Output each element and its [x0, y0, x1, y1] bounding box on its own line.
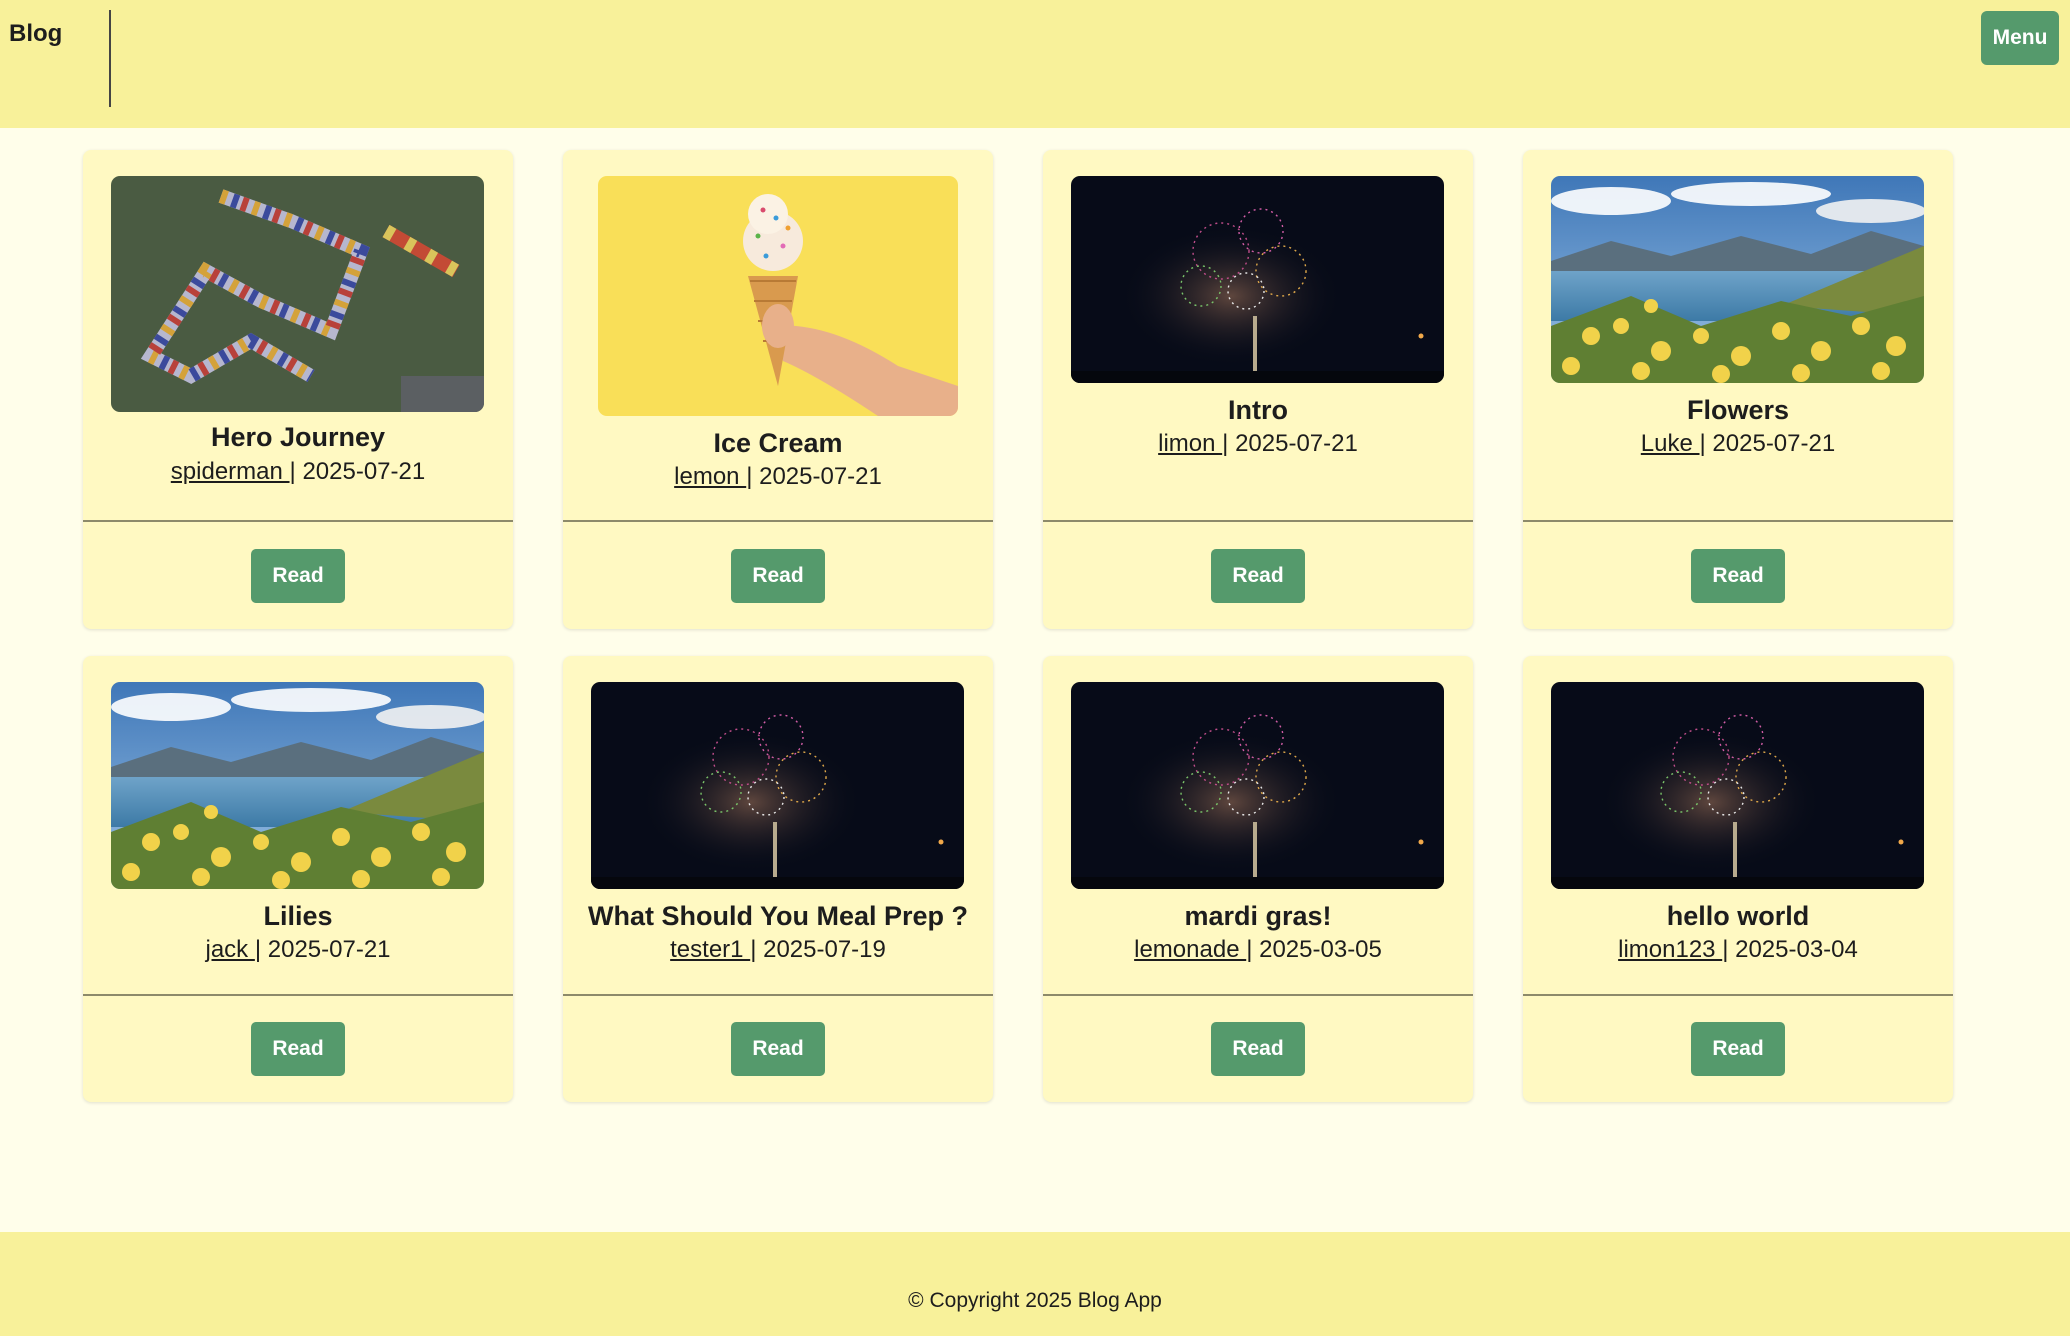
post-meta: spiderman | 2025-07-21: [83, 458, 513, 486]
menu-button[interactable]: Menu: [1981, 11, 2059, 65]
post-card: hello world limon123 | 2025-03-04 Read: [1523, 656, 1953, 1102]
post-card: What Should You Meal Prep ? tester1 | 20…: [563, 656, 993, 1102]
lake-flowers-image[interactable]: [1551, 176, 1924, 383]
brand-link[interactable]: Blog: [9, 20, 62, 48]
ice-cream-cone-image[interactable]: [598, 176, 958, 416]
card-divider: [1523, 520, 1953, 522]
card-divider: [563, 994, 993, 996]
card-divider: [1043, 994, 1473, 996]
post-title: Hero Journey: [210, 422, 386, 452]
post-title: Ice Cream: [713, 428, 843, 458]
post-title: mardi gras!: [1184, 901, 1332, 931]
meta-separator: |: [1246, 936, 1260, 963]
meta-separator: |: [746, 463, 760, 490]
card-divider: [1523, 994, 1953, 996]
post-date: 2025-03-05: [1259, 936, 1382, 963]
post-meta: limon | 2025-07-21: [1043, 430, 1473, 458]
author-link[interactable]: spiderman: [171, 458, 290, 485]
post-date: 2025-07-21: [759, 463, 882, 490]
card-divider: [1043, 520, 1473, 522]
post-card: Lilies jack | 2025-07-21 Read: [83, 656, 513, 1102]
read-button[interactable]: Read: [731, 549, 825, 603]
post-meta: Luke | 2025-07-21: [1523, 430, 1953, 458]
read-button[interactable]: Read: [1691, 1022, 1785, 1076]
meta-separator: |: [1222, 430, 1236, 457]
post-card: mardi gras! lemonade | 2025-03-05 Read: [1043, 656, 1473, 1102]
post-meta: jack | 2025-07-21: [83, 936, 513, 964]
copyright-text: © Copyright 2025 Blog App: [908, 1289, 1162, 1312]
read-button[interactable]: Read: [251, 549, 345, 603]
post-title: What Should You Meal Prep ?: [587, 901, 969, 931]
post-title: Lilies: [263, 901, 333, 931]
nav-divider: [109, 10, 111, 107]
meta-separator: |: [750, 936, 764, 963]
card-divider: [83, 994, 513, 996]
post-date: 2025-07-21: [1712, 430, 1836, 457]
meta-separator: |: [1699, 430, 1713, 457]
read-button[interactable]: Read: [731, 1022, 825, 1076]
meta-separator: |: [254, 936, 268, 963]
page-footer: © Copyright 2025 Blog App: [0, 1232, 2070, 1336]
post-date: 2025-07-21: [1235, 430, 1358, 457]
post-card: Flowers Luke | 2025-07-21 Read: [1523, 150, 1953, 629]
author-link[interactable]: Luke: [1641, 430, 1700, 457]
card-divider: [83, 520, 513, 522]
post-meta: limon123 | 2025-03-04: [1523, 936, 1953, 964]
post-date: 2025-07-19: [763, 936, 886, 963]
post-title: Flowers: [1686, 395, 1790, 425]
card-divider: [563, 520, 993, 522]
author-link[interactable]: jack: [205, 936, 254, 963]
post-meta: lemonade | 2025-03-05: [1043, 936, 1473, 964]
author-link[interactable]: limon: [1158, 430, 1222, 457]
post-card: Intro limon | 2025-07-21 Read: [1043, 150, 1473, 629]
post-date: 2025-07-21: [302, 458, 426, 485]
post-date: 2025-03-04: [1735, 936, 1858, 963]
lake-flowers-image[interactable]: [111, 682, 484, 889]
fireworks-image[interactable]: [1071, 682, 1444, 889]
post-title: hello world: [1666, 901, 1810, 931]
top-navbar: Blog Menu: [0, 0, 2070, 128]
meta-separator: |: [1722, 936, 1736, 963]
post-date: 2025-07-21: [267, 936, 391, 963]
fireworks-image[interactable]: [591, 682, 964, 889]
read-button[interactable]: Read: [251, 1022, 345, 1076]
author-link[interactable]: tester1: [670, 936, 750, 963]
post-title: Intro: [1228, 395, 1288, 425]
author-link[interactable]: lemonade: [1134, 936, 1246, 963]
read-button[interactable]: Read: [1211, 549, 1305, 603]
post-card: Ice Cream lemon | 2025-07-21 Read: [563, 150, 993, 629]
meta-separator: |: [289, 458, 303, 485]
author-link[interactable]: limon123: [1618, 936, 1722, 963]
read-button[interactable]: Read: [1691, 549, 1785, 603]
fireworks-image[interactable]: [1551, 682, 1924, 889]
post-meta: tester1 | 2025-07-19: [563, 936, 993, 964]
post-card: Hero Journey spiderman | 2025-07-21 Read: [83, 150, 513, 629]
fireworks-image[interactable]: [1071, 176, 1444, 383]
author-link[interactable]: lemon: [674, 463, 746, 490]
post-meta: lemon | 2025-07-21: [563, 463, 993, 491]
maze-track-image[interactable]: [111, 176, 484, 412]
read-button[interactable]: Read: [1211, 1022, 1305, 1076]
